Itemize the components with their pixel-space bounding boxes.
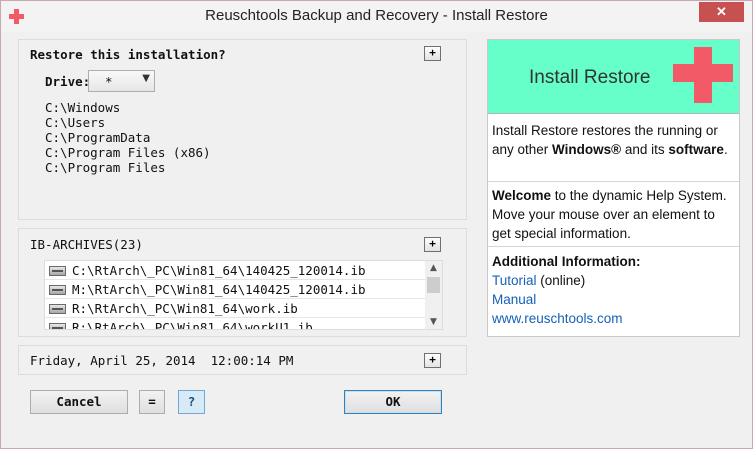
restore-expand-button[interactable]: + bbox=[424, 46, 441, 61]
tutorial-note: (online) bbox=[536, 273, 586, 288]
help-welcome-bold: Welcome bbox=[492, 188, 552, 203]
archives-expand-button[interactable]: + bbox=[424, 237, 441, 252]
hard-disk-icon bbox=[49, 323, 66, 329]
archive-path: M:\RtArch\_PC\Win81_64\140425_120014.ib bbox=[72, 282, 366, 297]
help-intro-text: and its bbox=[621, 142, 669, 157]
help-title: Install Restore bbox=[529, 67, 651, 88]
list-item[interactable]: M:\RtArch\_PC\Win81_64\140425_120014.ib bbox=[45, 280, 425, 299]
restore-path: C:\Windows bbox=[45, 100, 121, 115]
drive-select-value: * bbox=[105, 74, 113, 89]
close-button[interactable]: ✕ bbox=[699, 2, 744, 22]
restore-path: C:\Users bbox=[45, 115, 106, 130]
help-additional: Additional Information: Tutorial (online… bbox=[492, 252, 735, 328]
help-intro-software: software bbox=[668, 142, 724, 157]
window-title: Reuschtools Backup and Recovery - Instal… bbox=[205, 7, 548, 24]
help-intro-windows: Windows® bbox=[552, 142, 622, 157]
archive-path: C:\RtArch\_PC\Win81_64\140425_120014.ib bbox=[72, 263, 366, 278]
ok-button[interactable]: OK bbox=[344, 390, 442, 414]
list-item[interactable]: R:\RtArch\_PC\Win81_64\workU1.ib bbox=[45, 318, 425, 330]
cancel-button[interactable]: Cancel bbox=[30, 390, 128, 414]
chevron-up-icon[interactable]: ▲ bbox=[425, 261, 442, 275]
list-item[interactable]: R:\RtArch\_PC\Win81_64\work.ib bbox=[45, 299, 425, 318]
restore-heading: Restore this installation? bbox=[30, 47, 226, 62]
chevron-down-icon[interactable]: ▼ bbox=[425, 315, 442, 329]
datetime-text: Friday, April 25, 2014 12:00:14 PM bbox=[30, 353, 294, 368]
restore-path: C:\Program Files (x86) bbox=[45, 145, 211, 160]
help-button[interactable]: ? bbox=[178, 390, 205, 414]
help-additional-heading: Additional Information: bbox=[492, 254, 641, 269]
hard-disk-icon bbox=[49, 285, 66, 295]
drive-label: Drive: bbox=[45, 74, 91, 89]
title-bar: Reuschtools Backup and Recovery - Instal… bbox=[1, 1, 752, 32]
archives-heading: IB-ARCHIVES(23) bbox=[30, 237, 143, 252]
archive-path: R:\RtArch\_PC\Win81_64\work.ib bbox=[72, 301, 298, 316]
tutorial-link[interactable]: Tutorial bbox=[492, 273, 537, 288]
help-panel: Install Restore Install Restore restores… bbox=[487, 39, 740, 337]
list-item[interactable]: C:\RtArch\_PC\Win81_64\140425_120014.ib bbox=[45, 261, 425, 280]
divider bbox=[488, 246, 739, 247]
equals-button[interactable]: = bbox=[139, 390, 165, 414]
help-intro: Install Restore restores the running or … bbox=[492, 121, 735, 159]
hard-disk-icon bbox=[49, 304, 66, 314]
scrollbar-thumb[interactable] bbox=[427, 277, 440, 293]
drive-select[interactable]: * ▼ bbox=[88, 70, 155, 92]
restore-path: C:\ProgramData bbox=[45, 130, 151, 145]
help-intro-text: . bbox=[723, 142, 728, 157]
help-welcome: Welcome to the dynamic Help System. Move… bbox=[492, 186, 735, 243]
restore-path-list: C:\Windows C:\Users C:\ProgramData C:\Pr… bbox=[45, 100, 211, 175]
main-window: Reuschtools Backup and Recovery - Instal… bbox=[0, 0, 753, 449]
manual-link[interactable]: Manual bbox=[492, 292, 536, 307]
website-link[interactable]: www.reuschtools.com bbox=[492, 311, 623, 326]
datetime-expand-button[interactable]: + bbox=[424, 353, 441, 368]
archive-list-scrollbar[interactable]: ▲ ▼ bbox=[425, 261, 442, 329]
help-header: Install Restore bbox=[488, 40, 739, 114]
chevron-down-icon: ▼ bbox=[142, 73, 150, 84]
archive-path: R:\RtArch\_PC\Win81_64\workU1.ib bbox=[72, 320, 313, 330]
archive-list[interactable]: C:\RtArch\_PC\Win81_64\140425_120014.ib … bbox=[44, 260, 443, 330]
restore-path: C:\Program Files bbox=[45, 160, 166, 175]
hard-disk-icon bbox=[49, 266, 66, 276]
divider bbox=[488, 181, 739, 182]
